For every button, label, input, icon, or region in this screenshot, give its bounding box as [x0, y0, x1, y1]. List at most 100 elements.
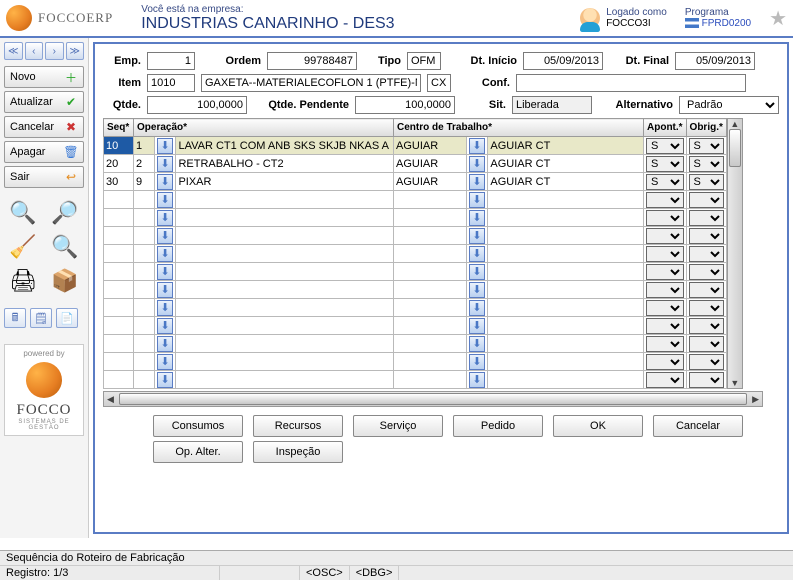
servico-button[interactable]: Serviço — [353, 415, 443, 437]
cell-centro-b[interactable] — [488, 191, 644, 209]
cell-seq[interactable]: 30 — [104, 173, 134, 191]
cell-opnum[interactable] — [134, 371, 155, 389]
obrig-select[interactable] — [689, 192, 724, 208]
cell-centro-a[interactable]: AGUIAR — [394, 155, 467, 173]
obrig-select[interactable] — [689, 318, 724, 334]
lookup-centro-icon[interactable]: ⬇ — [469, 156, 485, 172]
recursos-button[interactable]: Recursos — [253, 415, 343, 437]
table-row[interactable]: ⬇⬇ — [104, 335, 727, 353]
apont-select[interactable] — [646, 246, 684, 262]
cell-opnum[interactable] — [134, 281, 155, 299]
apont-select[interactable] — [646, 192, 684, 208]
operations-grid[interactable]: Seq* Operação* Centro de Trabalho* Apont… — [103, 118, 727, 389]
lookup-op-icon[interactable]: ⬇ — [157, 246, 173, 262]
cell-opdesc[interactable]: LAVAR CT1 COM ANB SKS SKJB NKAS A — [176, 137, 394, 155]
table-row[interactable]: ⬇⬇ — [104, 281, 727, 299]
pedido-button[interactable]: Pedido — [453, 415, 543, 437]
lookup-centro-icon[interactable]: ⬇ — [469, 210, 485, 226]
apont-select[interactable]: S — [646, 138, 684, 154]
apont-select[interactable] — [646, 372, 684, 388]
cell-seq[interactable]: 10 — [104, 137, 134, 155]
cell-opdesc[interactable] — [176, 263, 394, 281]
lookup-op-icon[interactable]: ⬇ — [157, 192, 173, 208]
cell-opdesc[interactable] — [176, 299, 394, 317]
hscroll-thumb[interactable] — [119, 393, 747, 405]
obrig-select[interactable] — [689, 210, 724, 226]
qtde-field[interactable] — [147, 96, 247, 114]
lookup-op-icon[interactable]: ⬇ — [157, 174, 173, 190]
col-operacao[interactable]: Operação* — [134, 119, 394, 137]
package-icon[interactable]: 📦 — [46, 266, 84, 296]
table-row[interactable]: ⬇⬇ — [104, 353, 727, 371]
cell-opdesc[interactable] — [176, 227, 394, 245]
lookup-op-icon[interactable]: ⬇ — [157, 156, 173, 172]
consumos-button[interactable]: Consumos — [153, 415, 243, 437]
cell-seq[interactable] — [104, 245, 134, 263]
cell-opnum[interactable]: 9 — [134, 173, 155, 191]
lookup-centro-icon[interactable]: ⬇ — [469, 174, 485, 190]
cell-centro-a[interactable] — [394, 335, 467, 353]
lookup-op-icon[interactable]: ⬇ — [157, 372, 173, 388]
opalter-button[interactable]: Op. Alter. — [153, 441, 243, 463]
obrig-select[interactable] — [689, 300, 724, 316]
cell-opdesc[interactable] — [176, 281, 394, 299]
cell-centro-b[interactable] — [488, 317, 644, 335]
cell-opnum[interactable] — [134, 227, 155, 245]
cell-centro-a[interactable] — [394, 191, 467, 209]
cell-centro-b[interactable] — [488, 353, 644, 371]
obrig-select[interactable]: S — [689, 138, 724, 154]
apont-select[interactable] — [646, 282, 684, 298]
cell-seq[interactable] — [104, 263, 134, 281]
cell-seq[interactable]: 20 — [104, 155, 134, 173]
scroll-up-icon[interactable]: ▲ — [730, 119, 739, 129]
calc-icon[interactable]: 🖩 — [4, 308, 26, 328]
cell-centro-b[interactable] — [488, 245, 644, 263]
zoom-plus-icon[interactable]: 🔍 — [46, 232, 84, 262]
cell-opnum[interactable]: 1 — [134, 137, 155, 155]
zoom-icon[interactable]: 🔍 — [4, 198, 42, 228]
obrig-select[interactable] — [689, 228, 724, 244]
lookup-op-icon[interactable]: ⬇ — [157, 300, 173, 316]
ok-button[interactable]: OK — [553, 415, 643, 437]
cell-centro-a[interactable] — [394, 281, 467, 299]
cell-opdesc[interactable] — [176, 317, 394, 335]
col-obrig[interactable]: Obrig.* — [686, 119, 726, 137]
program-link[interactable]: FPRD0200 — [685, 18, 751, 29]
cell-opnum[interactable] — [134, 209, 155, 227]
cell-opnum[interactable] — [134, 245, 155, 263]
cell-centro-b[interactable] — [488, 281, 644, 299]
item-code-field[interactable] — [147, 74, 195, 92]
lookup-op-icon[interactable]: ⬇ — [157, 282, 173, 298]
cell-opnum[interactable] — [134, 353, 155, 371]
cell-opdesc[interactable] — [176, 335, 394, 353]
qtdepen-field[interactable] — [355, 96, 455, 114]
lookup-centro-icon[interactable]: ⬇ — [469, 264, 485, 280]
table-row[interactable]: ⬇⬇ — [104, 227, 727, 245]
zoom-detail-icon[interactable]: 🔎 — [46, 198, 84, 228]
item-unit-field[interactable] — [427, 74, 451, 92]
lookup-op-icon[interactable]: ⬇ — [157, 210, 173, 226]
apont-select[interactable] — [646, 354, 684, 370]
lookup-centro-icon[interactable]: ⬇ — [469, 228, 485, 244]
cell-opnum[interactable]: 2 — [134, 155, 155, 173]
cell-centro-a[interactable] — [394, 209, 467, 227]
cell-centro-a[interactable] — [394, 263, 467, 281]
lookup-op-icon[interactable]: ⬇ — [157, 336, 173, 352]
obrig-select[interactable] — [689, 246, 724, 262]
nav-next[interactable]: › — [45, 42, 64, 60]
obrig-select[interactable]: S — [689, 156, 724, 172]
table-row[interactable]: ⬇⬇ — [104, 263, 727, 281]
cell-centro-a[interactable]: AGUIAR — [394, 137, 467, 155]
cell-centro-b[interactable] — [488, 209, 644, 227]
apagar-button[interactable]: Apagar🗑 — [4, 141, 84, 163]
vertical-scrollbar[interactable]: ▲ ▼ — [727, 118, 743, 389]
cell-seq[interactable] — [104, 371, 134, 389]
dtinicio-field[interactable] — [523, 52, 603, 70]
cell-centro-b[interactable]: AGUIAR CT — [488, 155, 644, 173]
cell-centro-b[interactable]: AGUIAR CT — [488, 173, 644, 191]
nav-prev[interactable]: ‹ — [25, 42, 44, 60]
table-row[interactable]: ⬇⬇ — [104, 209, 727, 227]
cell-opnum[interactable] — [134, 191, 155, 209]
table-row[interactable]: ⬇⬇ — [104, 191, 727, 209]
tipo-field[interactable] — [407, 52, 441, 70]
